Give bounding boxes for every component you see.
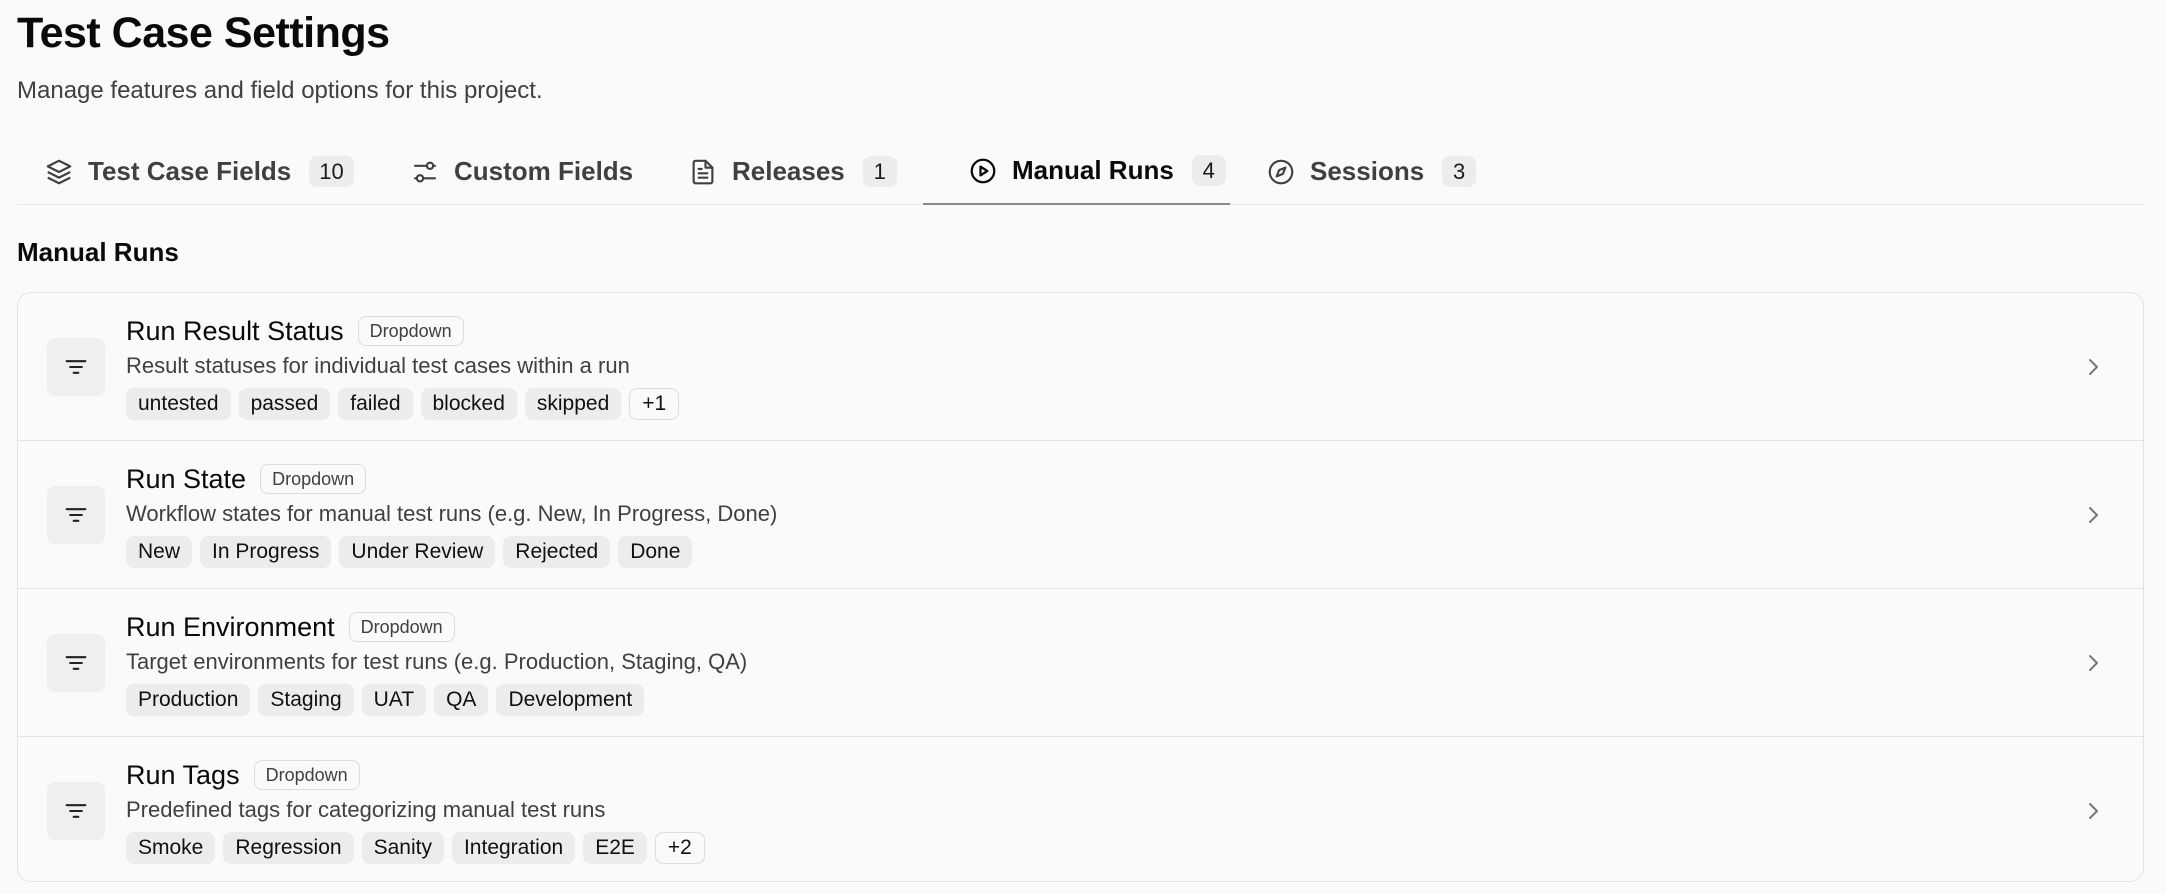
tab-bar: Test Case Fields 10 Custom Fields Releas… — [17, 138, 2144, 205]
tab-label: Manual Runs — [1012, 155, 1174, 185]
play-circle-icon — [968, 156, 998, 186]
option-chip: Rejected — [503, 536, 611, 568]
field-row-run-tags[interactable]: Run Tags Dropdown Predefined tags for ca… — [18, 737, 2143, 881]
field-name: Run Tags — [126, 759, 240, 790]
option-chip: Done — [618, 536, 693, 568]
tab-label: Sessions — [1310, 156, 1425, 186]
option-chip: Integration — [451, 832, 576, 864]
option-chip: skipped — [524, 388, 622, 420]
option-chip: blocked — [420, 388, 517, 420]
field-type-chip: Dropdown — [253, 760, 360, 790]
field-description: Target environments for test runs (e.g. … — [126, 649, 748, 674]
field-row-run-environment[interactable]: Run Environment Dropdown Target environm… — [18, 589, 2143, 737]
field-type-chip: Dropdown — [348, 612, 455, 642]
chevron-right-icon — [2079, 649, 2107, 677]
field-options: New In Progress Under Review Rejected Do… — [126, 536, 693, 568]
field-name: Run Result Status — [126, 315, 344, 346]
chevron-right-icon — [2079, 501, 2107, 529]
sliders-icon — [410, 157, 440, 187]
field-row-run-result-status[interactable]: Run Result Status Dropdown Result status… — [18, 293, 2143, 441]
option-chip: Production — [126, 684, 251, 716]
tab-manual-runs[interactable]: Manual Runs 4 — [923, 138, 1230, 205]
option-chip: untested — [126, 388, 231, 420]
chevron-right-icon — [2079, 797, 2107, 825]
tab-label: Releases — [732, 156, 845, 186]
field-options: Smoke Regression Sanity Integration E2E … — [126, 832, 705, 864]
field-description: Result statuses for individual test case… — [126, 353, 630, 378]
tab-test-case-fields[interactable]: Test Case Fields 10 — [44, 138, 354, 205]
option-chip: In Progress — [200, 536, 332, 568]
option-chip: Regression — [223, 832, 354, 864]
field-type-chip: Dropdown — [357, 316, 464, 346]
tab-label: Custom Fields — [454, 156, 634, 186]
option-chip: Under Review — [339, 536, 496, 568]
tab-count-badge: 4 — [1191, 155, 1226, 186]
tab-custom-fields[interactable]: Custom Fields — [410, 138, 633, 205]
field-type-chip: Dropdown — [260, 464, 367, 494]
more-options-chip: +2 — [654, 832, 705, 864]
option-chip: QA — [434, 684, 489, 716]
option-chip: UAT — [361, 684, 427, 716]
tab-label: Test Case Fields — [88, 156, 292, 186]
filter-lines-icon — [47, 782, 105, 840]
option-chip: Development — [496, 684, 645, 716]
field-description: Predefined tags for categorizing manual … — [126, 797, 606, 822]
more-options-chip: +1 — [629, 388, 680, 420]
tab-sessions[interactable]: Sessions 3 — [1266, 138, 1477, 205]
option-chip: Staging — [258, 684, 354, 716]
section-title: Manual Runs — [17, 237, 179, 267]
option-chip: failed — [338, 388, 413, 420]
filter-lines-icon — [47, 338, 105, 396]
document-icon — [688, 157, 718, 187]
compass-icon — [1266, 157, 1296, 187]
page-title: Test Case Settings — [17, 9, 390, 57]
option-chip: Sanity — [361, 832, 444, 864]
field-name: Run State — [126, 463, 247, 494]
filter-lines-icon — [47, 634, 105, 692]
layers-icon — [44, 157, 74, 187]
page-subtitle: Manage features and field options for th… — [17, 77, 543, 104]
settings-page: Test Case Settings Manage features and f… — [0, 0, 2166, 894]
field-options: Production Staging UAT QA Development — [126, 684, 645, 716]
fields-list: Run Result Status Dropdown Result status… — [17, 292, 2144, 882]
field-description: Workflow states for manual test runs (e.… — [126, 501, 778, 526]
option-chip: passed — [238, 388, 331, 420]
option-chip: Smoke — [126, 832, 216, 864]
tab-count-badge: 3 — [1442, 156, 1477, 187]
chevron-right-icon — [2079, 353, 2107, 381]
tab-count-badge: 1 — [862, 156, 897, 187]
field-row-run-state[interactable]: Run State Dropdown Workflow states for m… — [18, 441, 2143, 589]
tab-releases[interactable]: Releases 1 — [688, 138, 897, 205]
option-chip: New — [126, 536, 193, 568]
field-options: untested passed failed blocked skipped +… — [126, 388, 680, 420]
option-chip: E2E — [583, 832, 647, 864]
filter-lines-icon — [47, 486, 105, 544]
field-name: Run Environment — [126, 611, 335, 642]
tab-count-badge: 10 — [309, 156, 354, 187]
